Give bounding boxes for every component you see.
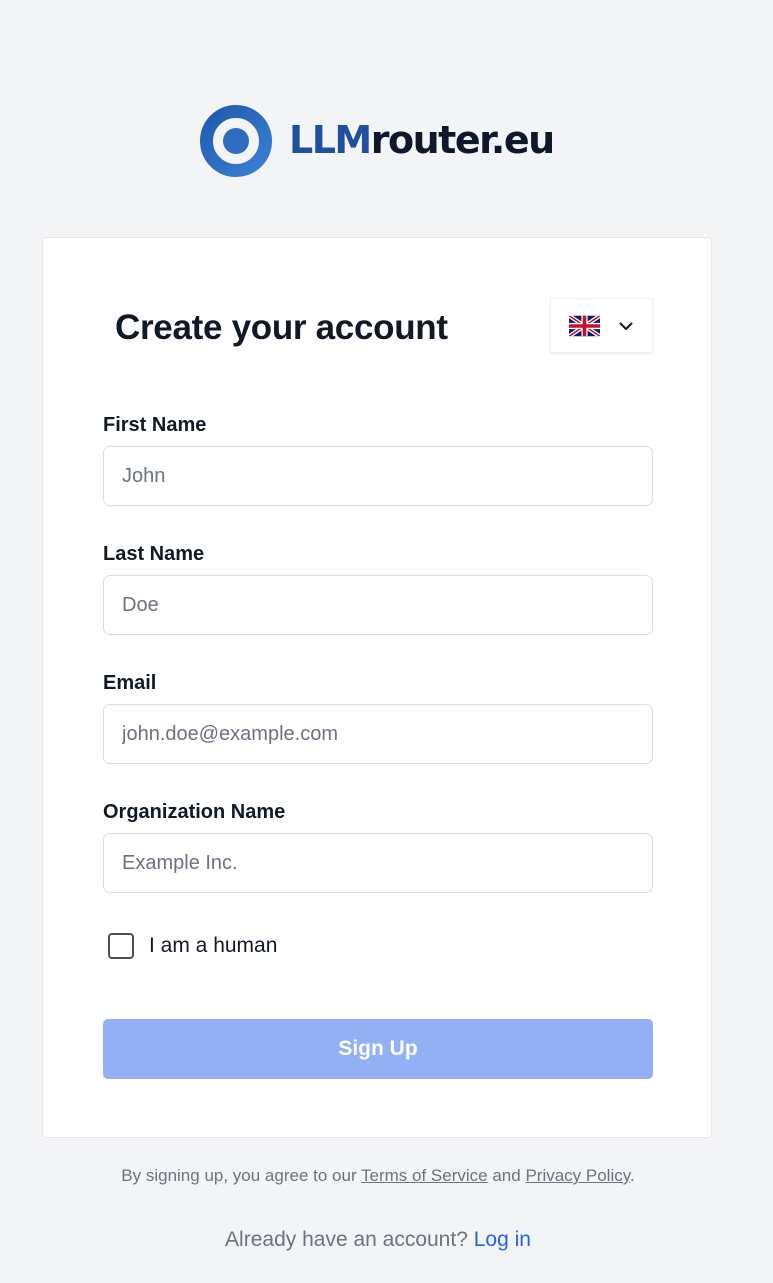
last-name-input[interactable] xyxy=(103,575,653,635)
login-prompt: Already have an account? Log in xyxy=(0,1226,756,1254)
signup-card: Create your account First Name Last Name… xyxy=(42,237,712,1138)
chevron-down-icon xyxy=(619,322,633,330)
legal-notice: By signing up, you agree to our Terms of… xyxy=(0,1164,756,1188)
organization-name-label: Organization Name xyxy=(103,801,286,823)
legal-prefix: By signing up, you agree to our xyxy=(121,1166,362,1185)
organization-name-input[interactable] xyxy=(103,833,653,893)
sign-up-button[interactable]: Sign Up xyxy=(103,1019,653,1079)
log-in-link[interactable]: Log in xyxy=(474,1228,531,1251)
email-input[interactable] xyxy=(103,704,653,764)
first-name-label: First Name xyxy=(103,414,207,436)
brand-name: LLMrouter.eu xyxy=(289,118,555,162)
last-name-label: Last Name xyxy=(103,543,205,565)
uk-flag-icon xyxy=(569,315,600,336)
brand-logo[interactable]: LLMrouter.eu xyxy=(200,104,555,178)
first-name-input[interactable] xyxy=(103,446,653,506)
legal-suffix: . xyxy=(629,1166,635,1185)
human-checkbox[interactable] xyxy=(108,933,134,959)
brand-name-secondary: router.eu xyxy=(370,118,555,162)
human-verification: I am a human xyxy=(108,933,277,959)
human-checkbox-label[interactable]: I am a human xyxy=(149,934,277,958)
terms-of-service-link[interactable]: Terms of Service xyxy=(361,1166,488,1185)
login-prompt-text: Already have an account? xyxy=(225,1228,474,1251)
language-selector[interactable] xyxy=(550,298,653,353)
legal-and: and xyxy=(487,1166,526,1185)
logo-target-icon xyxy=(200,105,272,177)
privacy-policy-link[interactable]: Privacy Policy xyxy=(525,1166,630,1185)
page-title: Create your account xyxy=(115,308,448,347)
brand-name-primary: LLM xyxy=(289,118,372,162)
email-label: Email xyxy=(103,672,157,694)
